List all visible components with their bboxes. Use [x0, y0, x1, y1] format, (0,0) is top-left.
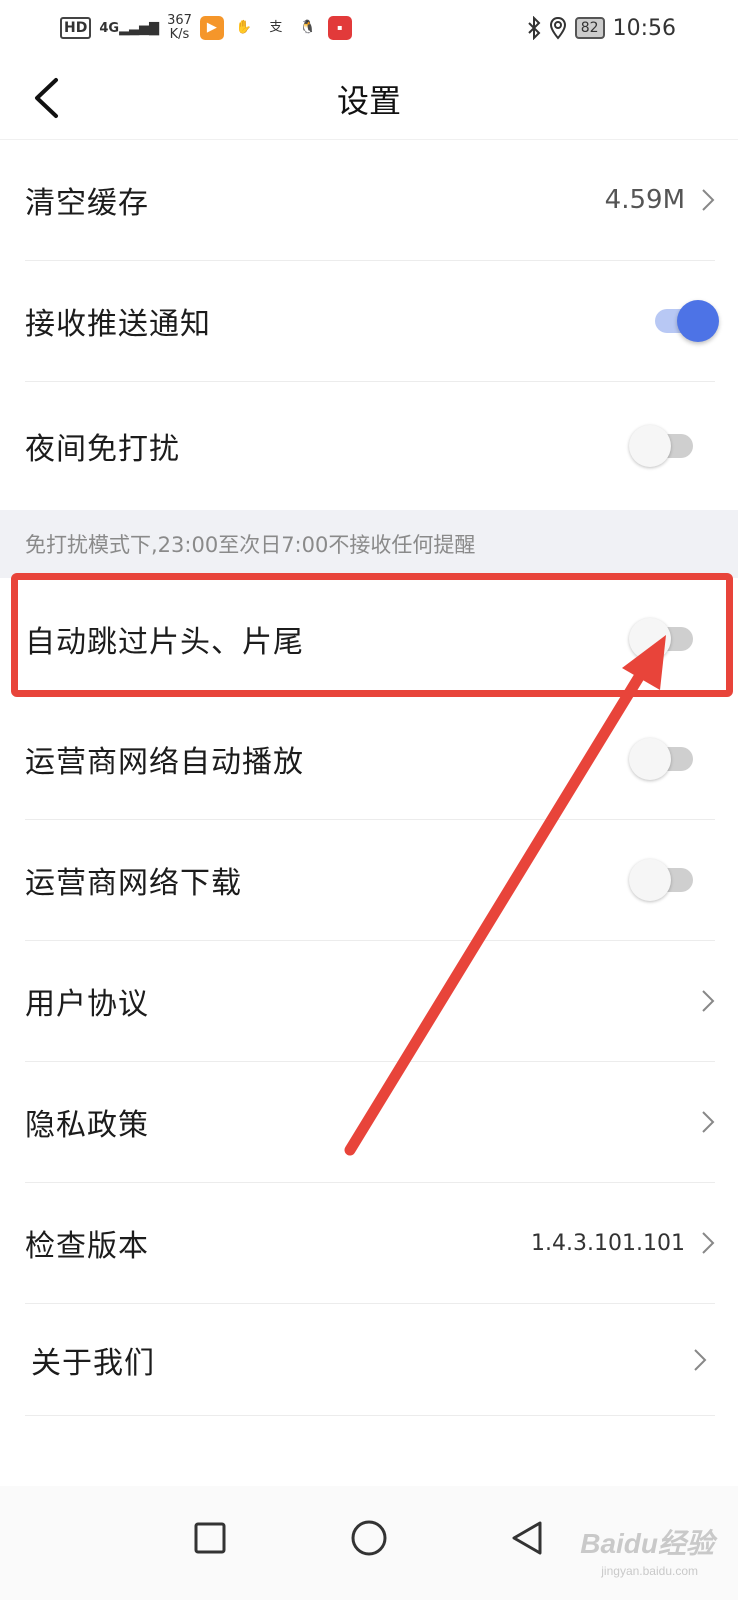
system-nav-bar: Baidu经验 jingyan.baidu.com	[0, 1486, 738, 1600]
chevron-right-icon	[694, 1348, 707, 1371]
skip-intro-outro-label: 自动跳过片头、片尾	[25, 624, 304, 660]
location-icon	[549, 16, 566, 40]
toggle-knob	[629, 617, 671, 660]
check-version-label: 检查版本	[25, 1229, 149, 1264]
clear-cache-right: 4.59M	[605, 185, 715, 215]
back-nav-button[interactable]	[497, 1508, 557, 1568]
cache-size-value: 4.59M	[604, 185, 685, 215]
dnd-description: 免打扰模式下,23:00至次日7:00不接收任何提醒	[0, 510, 738, 578]
night-dnd-label: 夜间免打扰	[25, 432, 180, 467]
version-value: 1.4.3.101.101	[531, 1230, 685, 1256]
huawei-store-icon: ▪	[327, 16, 352, 40]
status-bar-left: HD 4G▂▃▅▇ 367 K/s ▶ ✋ 支 🐧 ▪	[60, 14, 352, 42]
home-button[interactable]	[339, 1508, 399, 1568]
battery-icon: 82	[574, 17, 605, 39]
network-type: 4G	[99, 20, 120, 36]
bluetooth-icon	[528, 16, 541, 40]
chevron-right-icon	[702, 189, 715, 211]
toggle-knob	[629, 425, 671, 467]
night-dnd-toggle[interactable]	[629, 425, 695, 467]
check-version-right: 1.4.3.101.101	[531, 1231, 715, 1256]
push-notifications-toggle[interactable]	[649, 300, 719, 342]
chevron-right-icon	[702, 990, 715, 1012]
carrier-download-label: 运营商网络下载	[25, 866, 242, 901]
clock: 10:56	[612, 15, 676, 41]
hd-badge: HD	[60, 17, 92, 39]
carrier-download-row: 运营商网络下载	[25, 820, 715, 941]
page-title: 设置	[336, 82, 401, 120]
baidu-watermark: Baidu经验	[580, 1528, 714, 1559]
privacy-policy-label: 隐私政策	[25, 1108, 149, 1143]
status-bar-right: 82 10:56	[527, 16, 676, 41]
clear-cache-label: 清空缓存	[25, 186, 149, 221]
hand-icon: ✋	[235, 20, 252, 35]
carrier-autoplay-toggle[interactable]	[629, 738, 695, 780]
night-dnd-row: 夜间免打扰	[25, 382, 715, 510]
circle-icon	[351, 1520, 387, 1556]
skip-intro-outro-row: 自动跳过片头、片尾	[25, 578, 715, 699]
recents-button[interactable]	[180, 1508, 240, 1568]
push-notifications-row: 接收推送通知	[25, 261, 719, 382]
user-agreement-label: 用户协议	[25, 987, 149, 1022]
carrier-autoplay-label: 运营商网络自动播放	[25, 745, 304, 780]
network-speed-value: 367	[167, 13, 192, 28]
triangle-back-icon	[512, 1521, 542, 1555]
chevron-right-icon	[702, 1232, 715, 1254]
signal-icon: 4G▂▃▅▇	[99, 20, 160, 36]
about-us-label: 关于我们	[31, 1345, 155, 1381]
watermark-url: jingyan.baidu.com	[601, 1564, 698, 1578]
about-us-row[interactable]: 关于我们	[25, 1304, 715, 1416]
alipay-icon: 支	[269, 20, 283, 35]
toggle-knob	[629, 738, 671, 780]
status-bar: HD 4G▂▃▅▇ 367 K/s ▶ ✋ 支 🐧 ▪ 82 10:56	[0, 0, 738, 56]
video-app-icon: ▶	[199, 16, 224, 40]
network-speed-unit: K/s	[169, 27, 190, 42]
user-agreement-row[interactable]: 用户协议	[25, 941, 715, 1062]
skip-intro-outro-toggle[interactable]	[629, 617, 695, 660]
privacy-policy-row[interactable]: 隐私政策	[25, 1062, 715, 1183]
square-icon	[194, 1522, 226, 1554]
clear-cache-row[interactable]: 清空缓存 4.59M	[25, 140, 715, 261]
chevron-right-icon	[702, 1111, 715, 1133]
network-speed: 367 K/s	[167, 14, 192, 42]
qq-icon: 🐧	[299, 20, 316, 35]
top-app-bar: 设置	[0, 56, 738, 140]
carrier-autoplay-row: 运营商网络自动播放	[25, 699, 715, 820]
check-version-row[interactable]: 检查版本 1.4.3.101.101	[25, 1183, 715, 1304]
carrier-download-toggle[interactable]	[629, 859, 695, 901]
toggle-knob	[629, 859, 671, 901]
toggle-knob	[677, 300, 719, 342]
push-notifications-label: 接收推送通知	[25, 307, 211, 342]
